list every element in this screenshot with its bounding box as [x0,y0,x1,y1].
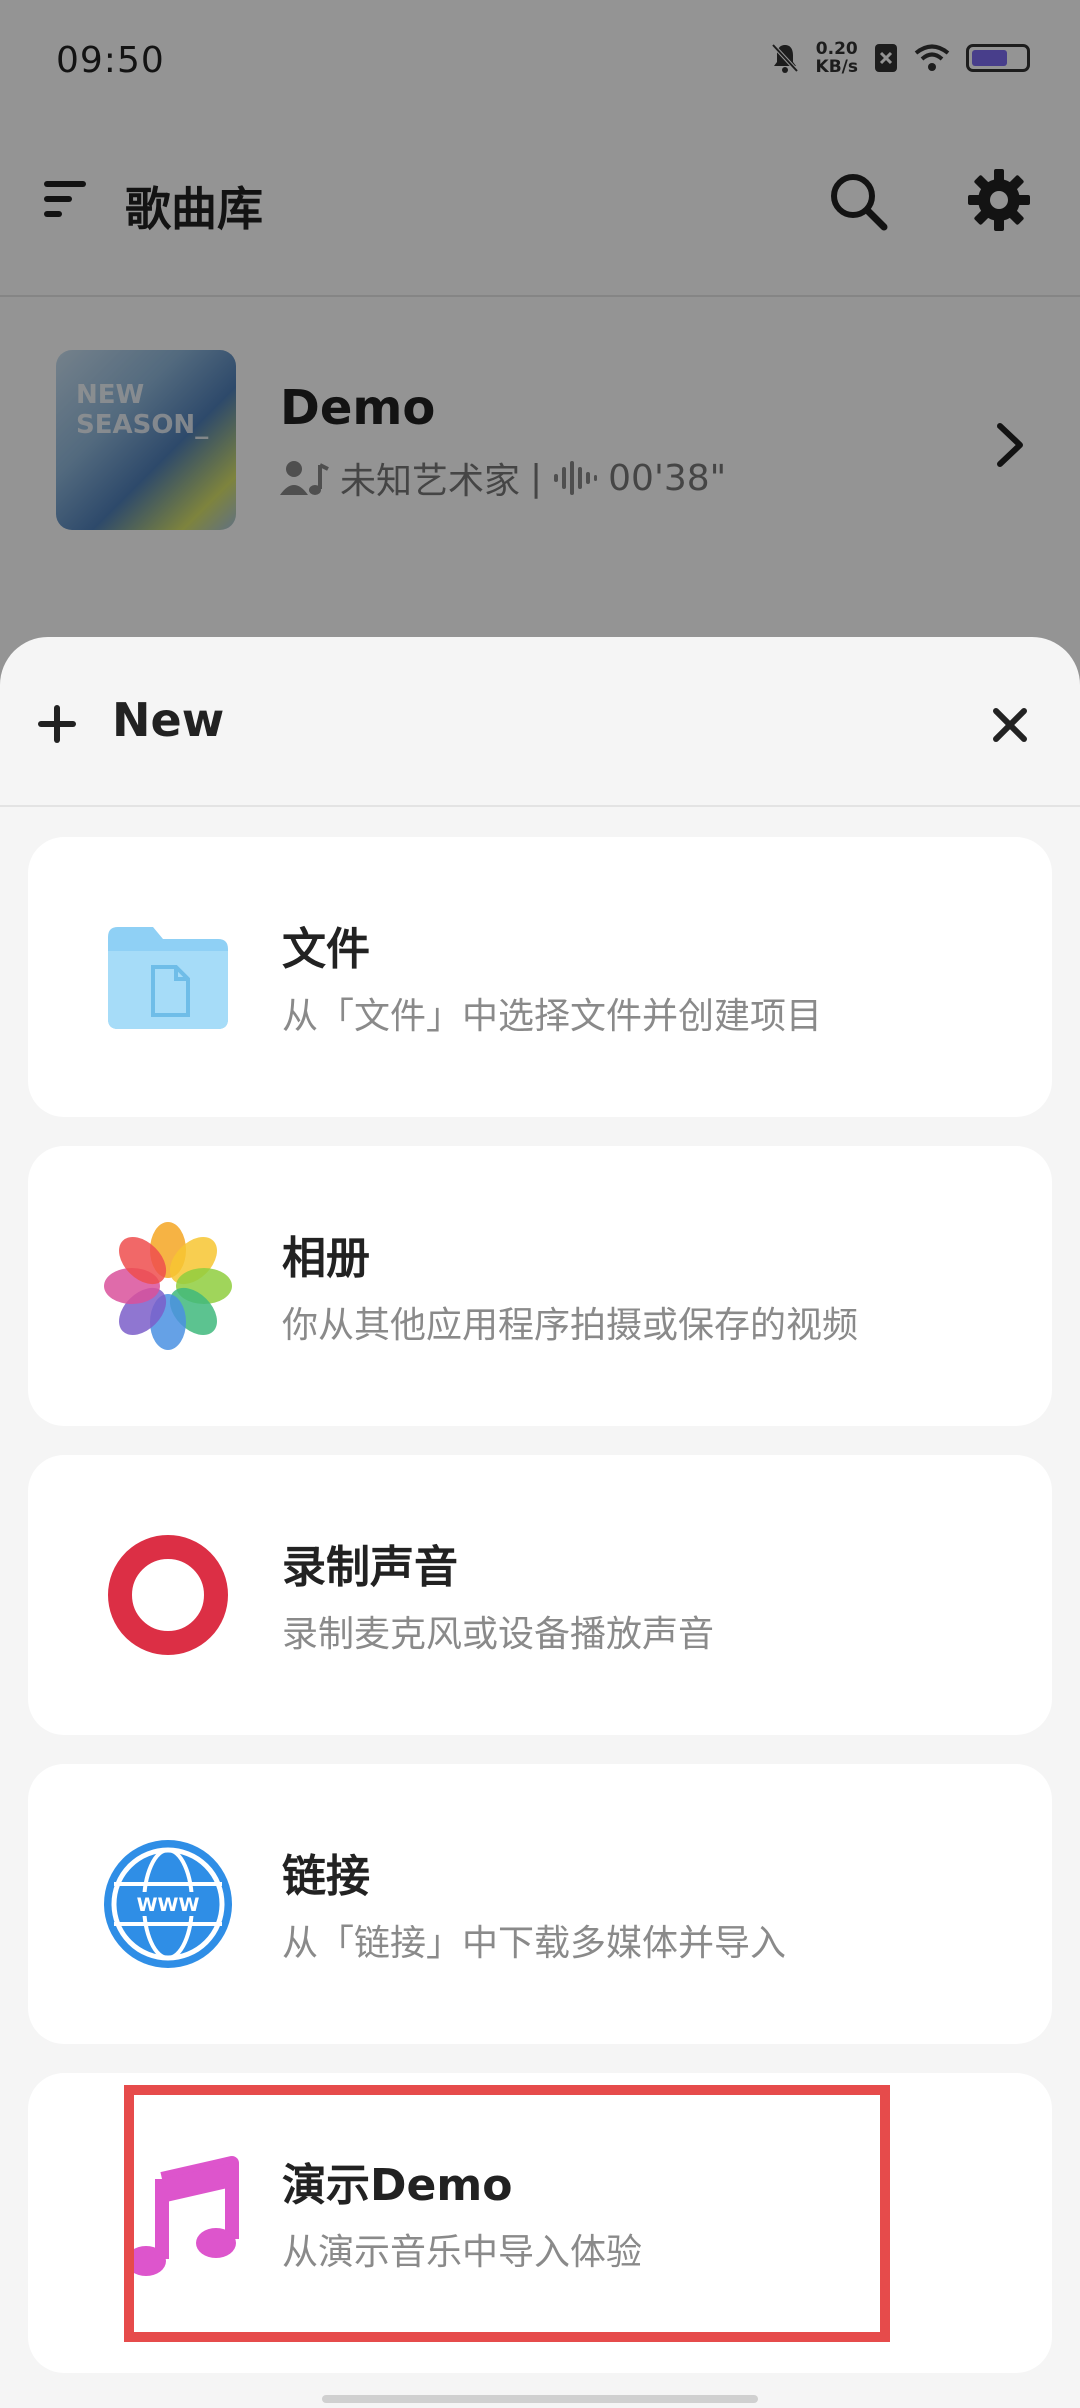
option-record-title: 录制声音 [282,1542,458,1593]
option-files-desc: 从「文件」中选择文件并创建项目 [282,996,823,1037]
option-photos-desc: 你从其他应用程序拍摄或保存的视频 [282,1305,859,1346]
globe-icon: WWW [104,1840,232,1968]
highlight-box [124,2085,890,2342]
option-photos[interactable]: 相册 你从其他应用程序拍摄或保存的视频 [28,1146,1052,1426]
plus-icon [38,705,76,743]
svg-text:WWW: WWW [137,1894,200,1916]
option-files-title: 文件 [282,924,370,975]
sheet-title: New [112,693,225,747]
record-icon [108,1535,228,1655]
option-record-desc: 录制麦克风或设备播放声音 [282,1614,715,1655]
option-link[interactable]: WWW 链接 从「链接」中下载多媒体并导入 [28,1764,1052,2044]
photos-icon [104,1222,232,1350]
option-files[interactable]: 文件 从「文件」中选择文件并创建项目 [28,837,1052,1117]
home-indicator [322,2395,758,2403]
option-link-desc: 从「链接」中下载多媒体并导入 [282,1923,787,1964]
close-icon[interactable] [990,705,1030,745]
option-record[interactable]: 录制声音 录制麦克风或设备播放声音 [28,1455,1052,1735]
option-link-title: 链接 [282,1851,370,1902]
option-photos-title: 相册 [282,1233,370,1284]
sheet-header: New [0,637,1080,807]
folder-icon [108,927,228,1029]
